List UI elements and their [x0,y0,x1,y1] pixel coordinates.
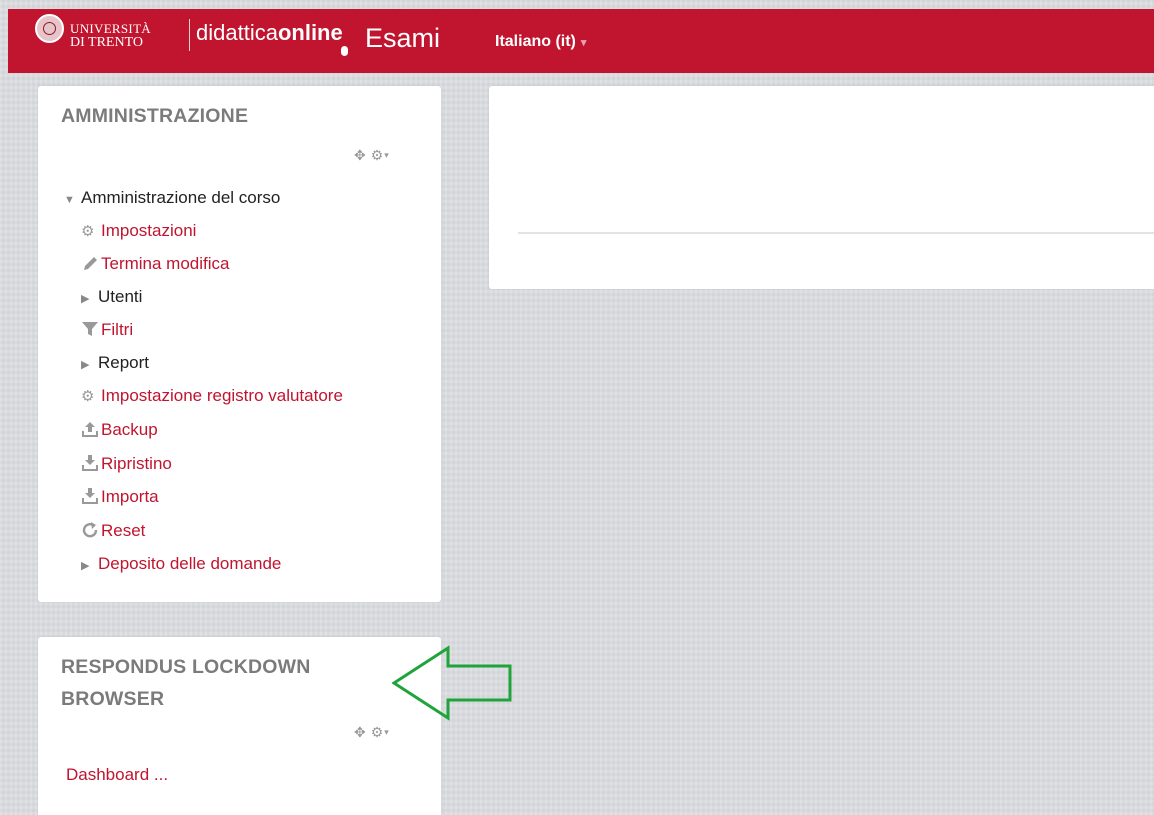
tree-item-ripristino[interactable]: Ripristino [81,452,172,476]
filter-icon [82,322,98,336]
gear-icon[interactable]: ⚙ [371,147,384,163]
download-icon [82,488,98,504]
language-menu[interactable]: Italiano (it) ▾ [495,33,586,52]
move-icon[interactable]: ✥ [354,147,366,163]
tree-item-termina-modifica[interactable]: Termina modifica [81,252,230,276]
brand-logo[interactable]: didatticaonline [196,21,343,45]
mouse-icon [341,46,348,56]
respondus-lockdown-block: RESPONDUS LOCKDOWN BROWSER ✥ ⚙▾ Dashboard… [38,637,441,815]
gear-icon[interactable]: ⚙ [371,724,384,740]
administration-block: AMMINISTRAZIONE ✥ ⚙▾ ▼ Amministrazione del… [38,86,441,602]
top-navbar: UNIVERSITÀ DI TRENTO didatticaonline Esa… [8,9,1154,73]
tree-item-reset[interactable]: Reset [81,519,145,543]
university-seal-logo[interactable] [35,14,64,43]
annotation-arrow-icon [392,645,512,721]
tree-item-registro-valutatore[interactable]: ⚙ Impostazione registro valutatore [81,384,343,408]
tree-item-importa[interactable]: Importa [81,485,159,509]
chevron-down-icon: ▾ [580,37,587,49]
download-icon [82,455,98,471]
tree-item-impostazioni[interactable]: ⚙ Impostazioni [81,219,196,243]
annotation-arrow-shape [392,645,512,721]
tree-item-utenti[interactable]: ▶ Utenti [81,285,142,309]
triangle-down-icon: ▼ [64,194,75,206]
block-controls: ✥ ⚙▾ [354,147,389,164]
chevron-down-icon[interactable]: ▾ [384,150,389,160]
site-name[interactable]: Esami [365,24,440,52]
tree-item-deposito-domande[interactable]: ▶ Deposito delle domande [81,552,281,576]
tree-item-label[interactable]: Deposito delle domande [98,554,281,573]
tree-item-label[interactable]: Termina modifica [101,254,230,273]
triangle-right-icon: ▶ [81,293,90,305]
tree-item-label[interactable]: Backup [101,420,158,439]
block-title-line2: BROWSER [61,688,165,710]
gear-icon: ⚙ [81,388,95,405]
university-name-line2: DI TRENTO [70,35,143,50]
pencil-icon [84,257,97,270]
divider [518,232,1154,234]
tree-item-label: Amministrazione del corso [81,188,281,207]
tree-item-label[interactable]: Impostazione registro valutatore [101,386,343,405]
tree-item-label: Utenti [98,287,143,306]
tree-item-label: Report [98,353,150,372]
triangle-right-icon: ▶ [81,359,90,371]
tree-item-course-administration[interactable]: ▼ Amministrazione del corso [64,186,280,210]
gear-icon: ⚙ [81,223,95,240]
block-title-line1: RESPONDUS LOCKDOWN [61,656,311,678]
logo-divider [189,19,190,51]
tree-item-label[interactable]: Ripristino [101,454,172,473]
block-controls: ✥ ⚙▾ [354,724,389,741]
block-title: AMMINISTRAZIONE [61,105,249,127]
tree-item-filtri[interactable]: Filtri [81,318,133,342]
tree-item-report[interactable]: ▶ Report [81,351,149,375]
chevron-down-icon[interactable]: ▾ [384,727,389,737]
triangle-right-icon: ▶ [81,560,90,572]
language-label: Italiano (it) [495,33,576,50]
tree-item-label[interactable]: Filtri [101,320,133,339]
tree-item-label[interactable]: Impostazioni [101,221,196,240]
upload-icon [82,422,98,437]
brand-text-bold: online [277,20,343,45]
tree-item-backup[interactable]: Backup [81,418,158,442]
university-name-line1: UNIVERSITÀ [70,21,151,36]
brand-text-regular: didattica [196,20,278,45]
refresh-icon [82,522,98,538]
tree-item-label[interactable]: Importa [101,487,159,506]
dashboard-link[interactable]: Dashboard ... [66,765,168,785]
main-content-panel [489,86,1154,289]
move-icon[interactable]: ✥ [354,724,366,740]
tree-item-label[interactable]: Reset [101,521,145,540]
